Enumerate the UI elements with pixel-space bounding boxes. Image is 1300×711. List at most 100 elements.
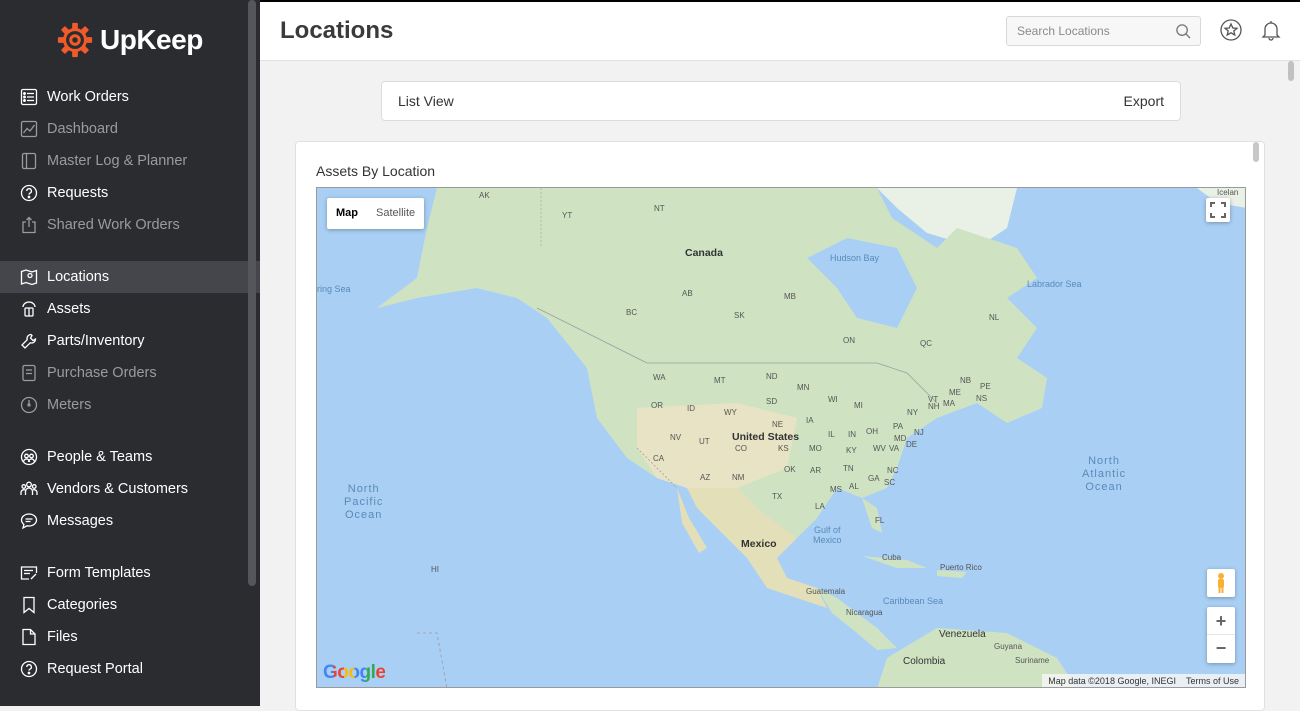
map-label: North Atlantic Ocean [1082,455,1127,493]
sidebar-item-files[interactable]: Files [0,621,260,653]
chart-line-icon [20,120,38,138]
sidebar-item-work-orders[interactable]: Work Orders [0,81,260,113]
map-label: FL [875,516,885,525]
file-icon [20,628,38,646]
bell-icon[interactable] [1259,18,1283,42]
map-label: UT [699,437,710,446]
bookmark-icon [20,596,38,614]
page-scrollbar[interactable] [1288,61,1294,706]
sidebar-item-label: Purchase Orders [47,365,157,381]
zoom-control: + − [1207,607,1235,663]
list-view-button[interactable]: List View [398,93,454,109]
sidebar-item-shared-work-orders[interactable]: Shared Work Orders [0,209,260,241]
map-label: ring Sea [317,284,351,294]
map-label: WV [873,444,886,453]
map-label: OK [784,465,796,474]
sidebar-item-categories[interactable]: Categories [0,589,260,621]
map-label: Hudson Bay [830,253,880,263]
map-label: KY [846,446,857,455]
fullscreen-icon [1210,202,1226,218]
map-view[interactable]: Map Satellite + − Canada United States M… [316,187,1246,688]
map-label: AL [849,482,859,491]
card-title: Assets By Location [316,163,436,179]
map-label: NY [907,408,919,417]
cube-icon [20,300,38,318]
map-label: Guyana [994,642,1023,651]
export-button[interactable]: Export [1124,93,1164,109]
map-label: SK [734,311,745,320]
sidebar-item-form-templates[interactable]: Form Templates [0,557,260,589]
sidebar-item-label: Work Orders [47,89,129,105]
brand-logo[interactable]: UpKeep [56,20,203,60]
google-logo[interactable]: Google [323,662,386,684]
map-label: Caribbean Sea [883,596,944,606]
map-label: CA [653,454,665,463]
search-input[interactable] [1007,17,1167,45]
map-label: BC [626,308,638,317]
star-icon[interactable] [1219,18,1243,42]
map-label: Puerto Rico [940,563,982,572]
sidebar-item-requests[interactable]: Requests [0,177,260,209]
map-label: DE [906,440,918,449]
sidebar-item-request-portal[interactable]: Request Portal [0,653,260,685]
sidebar-item-label: Files [47,629,78,645]
map-label: MB [784,292,796,301]
sidebar-item-label: Locations [47,269,110,285]
sidebar-item-people-teams[interactable]: People & Teams [0,441,260,473]
map-label: KS [778,444,789,453]
card-scrollbar[interactable] [1253,142,1259,162]
sidebar-item-label: Assets [47,301,91,317]
zoom-in-button[interactable]: + [1207,607,1235,635]
page-header: Locations [260,2,1300,61]
map-label: NC [887,466,899,475]
sidebar-item-dashboard[interactable]: Dashboard [0,113,260,145]
map-type-map-button[interactable]: Map [327,198,367,229]
share-icon [20,216,38,234]
sidebar-item-label: Messages [47,513,114,529]
map-label: SC [884,478,896,487]
map-type-satellite-button[interactable]: Satellite [367,198,424,229]
google-logo-text: Google [323,662,386,683]
map-label: MS [830,485,842,494]
map-label: MA [943,399,955,408]
zoom-out-button[interactable]: − [1207,635,1235,662]
sidebar-item-label: Request Portal [47,661,143,677]
sidebar-item-vendors-customers[interactable]: Vendors & Customers [0,473,260,505]
map-label: Cuba [882,553,902,562]
map-label: Labrador Sea [1027,279,1082,289]
map-label: ND [766,372,778,381]
sidebar-item-messages[interactable]: Messages [0,505,260,537]
map-label: North Pacific Ocean [344,483,384,521]
sidebar-item-parts-inventory[interactable]: Parts/Inventory [0,325,260,357]
street-view-pegman[interactable] [1207,569,1235,597]
chat-bubble-icon [20,512,38,530]
fullscreen-button[interactable] [1206,198,1230,222]
sidebar-item-label: Form Templates [47,565,151,581]
map-pin-icon [20,268,38,286]
map-label: Guatemala [806,587,846,596]
map-label: Suriname [1015,656,1050,665]
map-label: WA [653,373,666,382]
map-label: QC [920,339,932,348]
map-type-toggle: Map Satellite [327,198,425,229]
sidebar-item-locations[interactable]: Locations [0,261,260,293]
map-label: GA [868,474,880,483]
sidebar-item-meters[interactable]: Meters [0,389,260,421]
map-label: VA [889,444,900,453]
map-label: NH [928,402,940,411]
map-label: Venezuela [939,629,986,640]
sidebar-scrollbar[interactable] [248,0,256,586]
sidebar-item-assets[interactable]: Assets [0,293,260,325]
map-label: IA [806,416,814,425]
terms-of-use-link[interactable]: Terms of Use [1186,676,1239,686]
search-icon[interactable] [1175,23,1192,40]
map-label: Gulf of Mexico [813,525,842,545]
question-circle-icon [20,184,38,202]
sidebar-item-purchase-orders[interactable]: Purchase Orders [0,357,260,389]
page-scrollbar-thumb[interactable] [1288,61,1294,81]
form-icon [20,564,38,582]
sidebar-item-master-log[interactable]: Master Log & Planner [0,145,260,177]
map-label: AB [682,289,693,298]
map-label: Icelan [1217,188,1239,197]
map-label: NT [654,204,665,213]
